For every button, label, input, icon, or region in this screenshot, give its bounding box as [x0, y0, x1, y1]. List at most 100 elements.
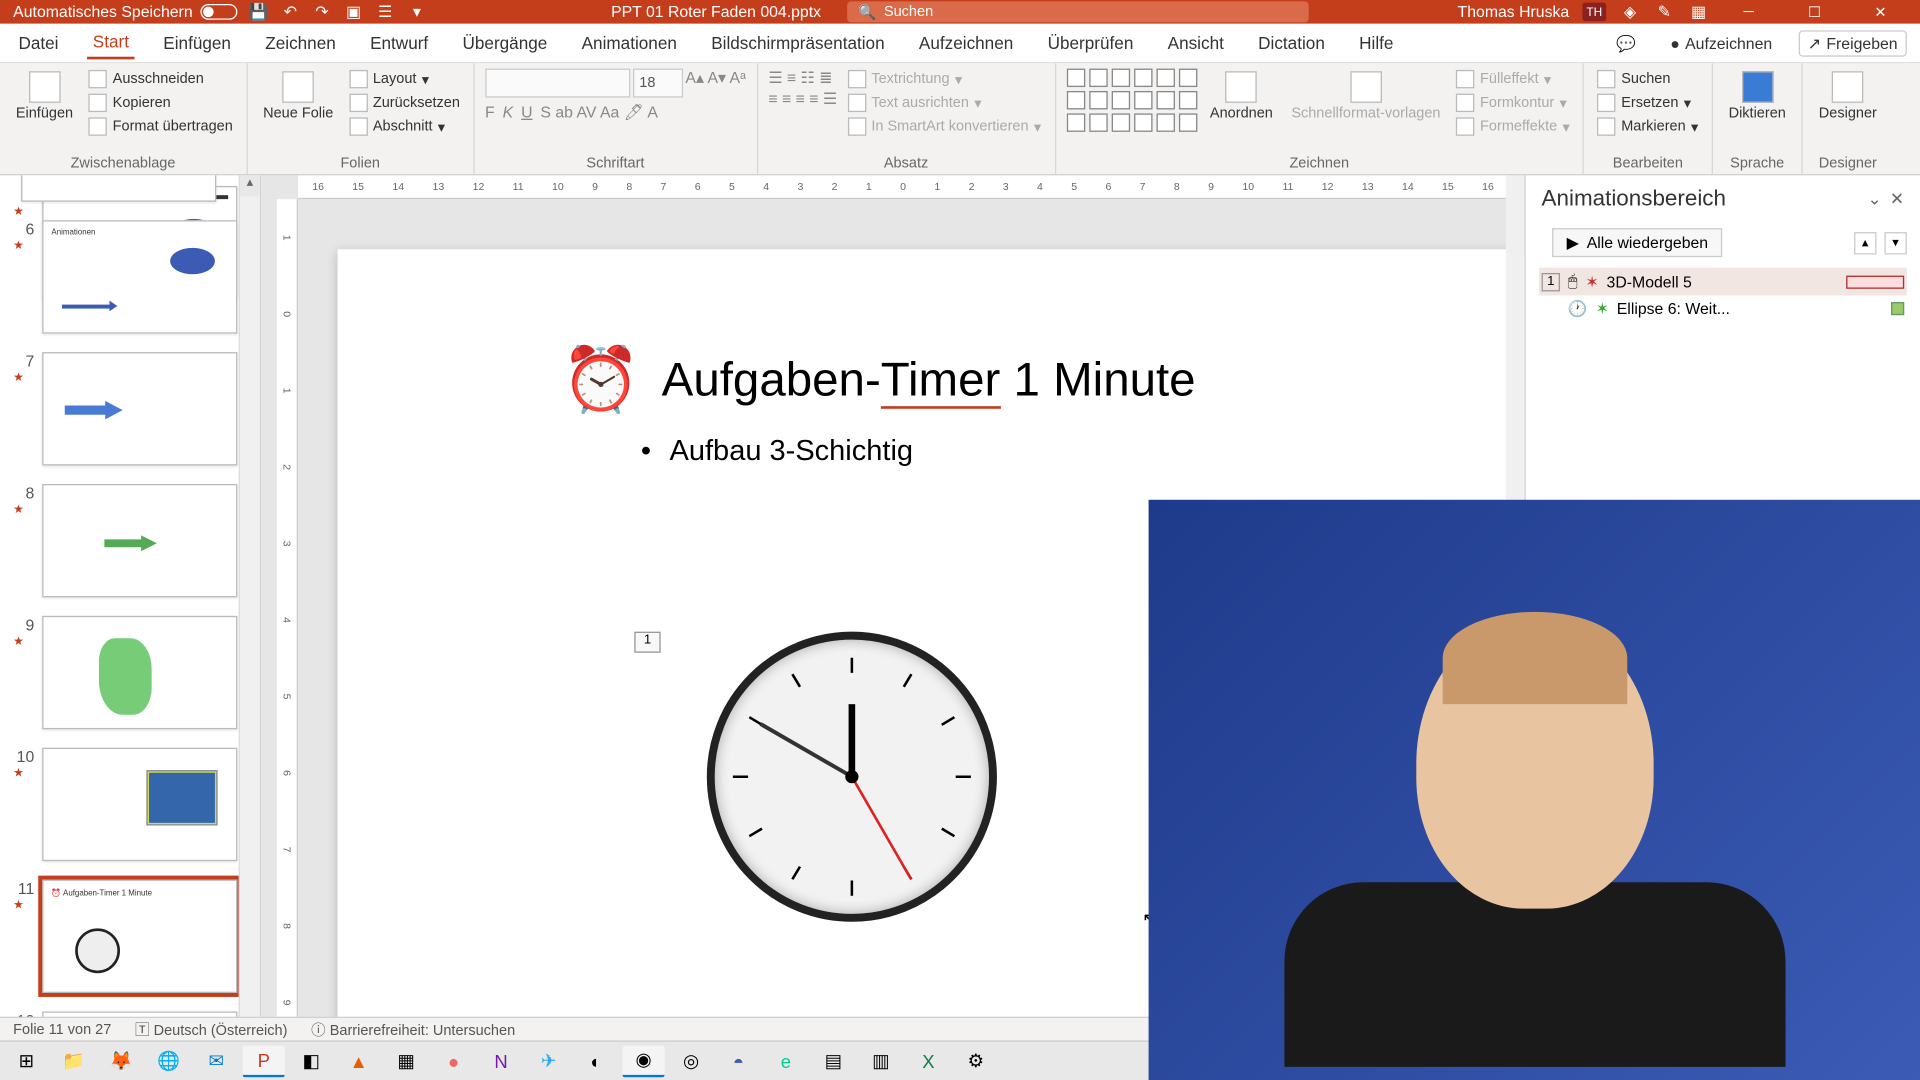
powerpoint-icon[interactable]: P [243, 1045, 285, 1077]
font-style-row[interactable]: F K U S ab AV Aa 🖊 A [485, 103, 658, 121]
reset-button[interactable]: Zurücksetzen [346, 92, 462, 113]
app-icon-7[interactable]: ▤ [812, 1045, 854, 1077]
ink-icon[interactable]: ✎ [1654, 1, 1675, 22]
share-button[interactable]: ↗ Freigeben [1799, 30, 1907, 56]
start-button[interactable]: ⊞ [5, 1045, 47, 1077]
close-pane-icon[interactable]: ✕ [1890, 189, 1904, 210]
app-icon-4[interactable]: ◐ [575, 1045, 617, 1077]
minimize-button[interactable]: ─ [1722, 0, 1775, 24]
move-up-icon[interactable]: ▴ [1854, 231, 1876, 253]
align-buttons[interactable]: ≡ ≡ ≡ ≡ ☰ [768, 90, 837, 108]
slide-thumb-8[interactable] [42, 484, 237, 597]
paste-button[interactable]: Einfügen [11, 69, 79, 124]
animation-order-badge[interactable]: 1 [634, 632, 660, 653]
app-icon[interactable]: ◧ [290, 1045, 332, 1077]
onenote-icon[interactable]: N [480, 1045, 522, 1077]
language-status[interactable]: 🅃 Deutsch (Österreich) [135, 1019, 287, 1040]
collapse-pane-icon[interactable]: ⌄ [1868, 189, 1882, 210]
play-all-button[interactable]: ▶Alle wiedergeben [1552, 228, 1723, 257]
copy-button[interactable]: Kopieren [86, 92, 235, 113]
move-down-icon[interactable]: ▾ [1884, 231, 1906, 253]
tab-hilfe[interactable]: Hilfe [1354, 28, 1399, 58]
tab-bildschirm[interactable]: Bildschirmpräsentation [706, 28, 890, 58]
slide-title[interactable]: ⏰ Aufgaben-Timer 1 Minute [562, 342, 1196, 417]
slide-thumb-10[interactable] [42, 748, 237, 861]
section-button[interactable]: Abschnitt ▾ [346, 116, 462, 137]
smartart-button[interactable]: In SmartArt konvertieren ▾ [845, 116, 1044, 137]
accessibility-status[interactable]: ⓘ Barrierefreiheit: Untersuchen [311, 1019, 515, 1040]
slide-thumb-6[interactable]: Animationen [42, 220, 237, 333]
ribbon-mode-icon[interactable]: ▦ [1688, 1, 1709, 22]
tab-datei[interactable]: Datei [13, 28, 64, 58]
slide-thumb-7[interactable] [42, 352, 237, 465]
shapes-gallery[interactable] [1066, 69, 1197, 132]
telegram-icon[interactable]: ✈ [527, 1045, 569, 1077]
tab-start[interactable]: Start [88, 26, 135, 59]
font-family-input[interactable] [485, 69, 630, 98]
maximize-button[interactable]: ☐ [1788, 0, 1841, 24]
tab-einfuegen[interactable]: Einfügen [158, 28, 236, 58]
touch-icon[interactable]: ☰ [375, 1, 396, 22]
obs-icon[interactable]: ◉ [622, 1045, 664, 1077]
arrange-button[interactable]: Anordnen [1205, 69, 1278, 124]
slide-thumb-9[interactable] [42, 616, 237, 729]
present-live-icon[interactable]: ◈ [1619, 1, 1640, 22]
shape-outline-button[interactable]: Formkontur ▾ [1454, 92, 1573, 113]
app-icon-9[interactable]: ⚙ [955, 1045, 997, 1077]
layout-button[interactable]: Layout ▾ [346, 69, 462, 90]
find-button[interactable]: Suchen [1595, 69, 1673, 90]
app-icon-3[interactable]: ● [433, 1045, 475, 1077]
new-slide-button[interactable]: Neue Folie [258, 69, 339, 124]
thumb-scrollbar[interactable]: ▴ ▾ [239, 175, 260, 1040]
text-direction-button[interactable]: Textrichtung ▾ [845, 69, 1044, 90]
tab-entwurf[interactable]: Entwurf [365, 28, 434, 58]
bullet-text[interactable]: •Aufbau 3-Schichtig [641, 434, 913, 468]
record-button[interactable]: ● Aufzeichnen [1662, 31, 1780, 55]
designer-button[interactable]: Designer [1814, 69, 1883, 124]
tab-zeichnen[interactable]: Zeichnen [260, 28, 341, 58]
list-buttons[interactable]: ☰ ≡ ☷ ≣ [768, 69, 837, 87]
firefox-icon[interactable]: 🦊 [100, 1045, 142, 1077]
cut-button[interactable]: Ausschneiden [86, 69, 235, 90]
slide-thumb-11[interactable]: ⏰ Aufgaben-Timer 1 Minute [42, 880, 237, 993]
explorer-icon[interactable]: 📁 [53, 1045, 95, 1077]
qat-more-icon[interactable]: ▾ [406, 1, 427, 22]
animation-item-1[interactable]: 1 🖱 ✶ 3D-Modell 5 [1539, 268, 1907, 296]
slide-thumb-prev[interactable]: ━━━━━━━━━━━━━━━━━ [21, 175, 216, 201]
animation-item-2[interactable]: 🕐 ✶ Ellipse 6: Weit... [1539, 295, 1907, 321]
excel-icon[interactable]: X [907, 1045, 949, 1077]
edge-icon[interactable]: e [765, 1045, 807, 1077]
tab-animationen[interactable]: Animationen [576, 28, 682, 58]
search-input[interactable]: 🔍 Suchen [847, 1, 1309, 22]
replace-button[interactable]: Ersetzen ▾ [1595, 92, 1694, 113]
quick-styles-button[interactable]: Schnellformat-vorlagen [1286, 69, 1446, 124]
tab-dictation[interactable]: Dictation [1253, 28, 1330, 58]
app-icon-2[interactable]: ▦ [385, 1045, 427, 1077]
slide-counter[interactable]: Folie 11 von 27 [13, 1021, 111, 1037]
tab-uebergaenge[interactable]: Übergänge [457, 28, 552, 58]
dictate-button[interactable]: Diktieren [1723, 69, 1791, 124]
user-avatar[interactable]: TH [1582, 3, 1606, 21]
tab-ansicht[interactable]: Ansicht [1162, 28, 1229, 58]
app-icon-5[interactable]: ◎ [670, 1045, 712, 1077]
chrome-icon[interactable]: 🌐 [148, 1045, 190, 1077]
shape-effects-button[interactable]: Formeffekte ▾ [1454, 116, 1573, 137]
undo-icon[interactable]: ↶ [280, 1, 301, 22]
format-painter-button[interactable]: Format übertragen [86, 116, 235, 137]
clock-3d-model[interactable] [707, 632, 997, 922]
tab-ueberpruefen[interactable]: Überprüfen [1042, 28, 1138, 58]
align-text-button[interactable]: Text ausrichten ▾ [845, 92, 1044, 113]
close-button[interactable]: ✕ [1854, 0, 1907, 24]
redo-icon[interactable]: ↷ [311, 1, 332, 22]
outlook-icon[interactable]: ✉ [195, 1045, 237, 1077]
save-icon[interactable]: 💾 [248, 1, 269, 22]
app-icon-6[interactable]: ◓ [717, 1045, 759, 1077]
shape-fill-button[interactable]: Fülleffekt ▾ [1454, 69, 1573, 90]
select-button[interactable]: Markieren ▾ [1595, 116, 1701, 137]
vlc-icon[interactable]: ▲ [338, 1045, 380, 1077]
font-size-input[interactable] [633, 69, 683, 98]
app-icon-8[interactable]: ▥ [860, 1045, 902, 1077]
autosave-toggle[interactable]: Automatisches Speichern [13, 3, 237, 21]
present-icon[interactable]: ▣ [343, 1, 364, 22]
tab-aufzeichnen[interactable]: Aufzeichnen [914, 28, 1019, 58]
